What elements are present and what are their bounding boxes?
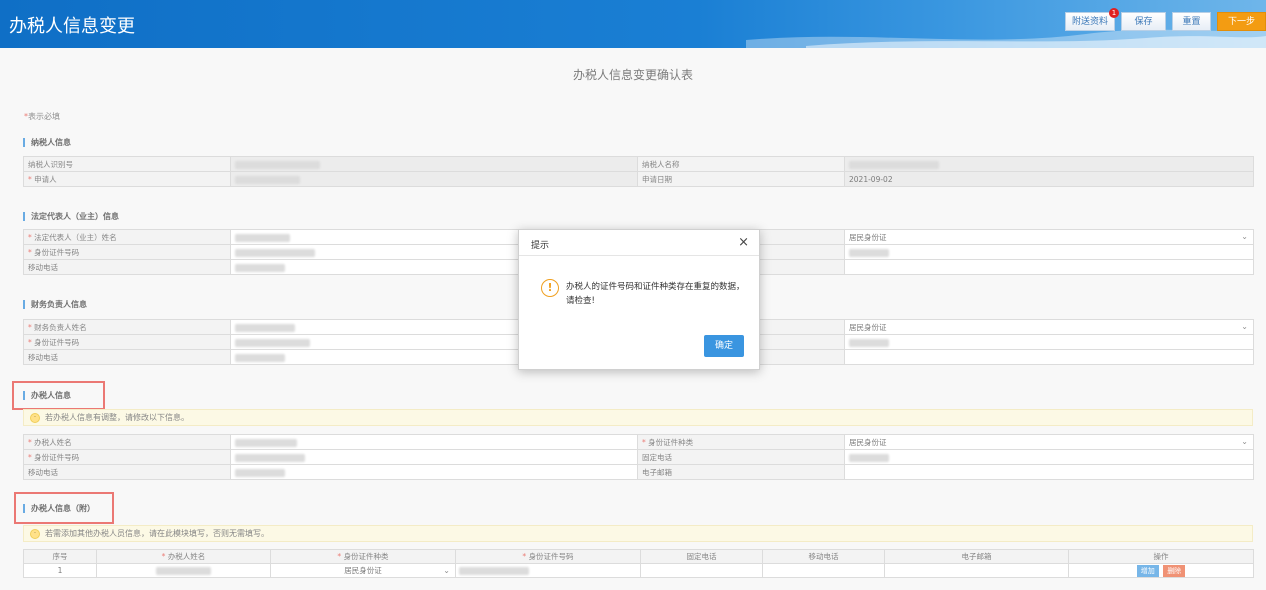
dialog-message: 办税人的证件号码和证件种类存在重复的数据，请检查!	[566, 282, 745, 306]
next-step-button[interactable]: 下一步	[1217, 12, 1266, 31]
dialog-title: 提示	[531, 241, 550, 251]
dialog-header: 提示 ×	[519, 230, 759, 256]
dialog-ok-button[interactable]: 确定	[704, 335, 744, 357]
warning-icon: !	[541, 279, 559, 297]
reset-button[interactable]: 重置	[1172, 12, 1211, 31]
save-button[interactable]: 保存	[1121, 12, 1166, 31]
attach-materials-button[interactable]: 附送资料	[1065, 12, 1115, 31]
close-icon[interactable]: ×	[738, 235, 749, 250]
attach-count-badge: 1	[1109, 8, 1119, 18]
page-title: 办税人信息变更	[9, 16, 135, 37]
alert-dialog: 提示 × ! 办税人的证件号码和证件种类存在重复的数据，请检查! 确定	[518, 229, 760, 370]
